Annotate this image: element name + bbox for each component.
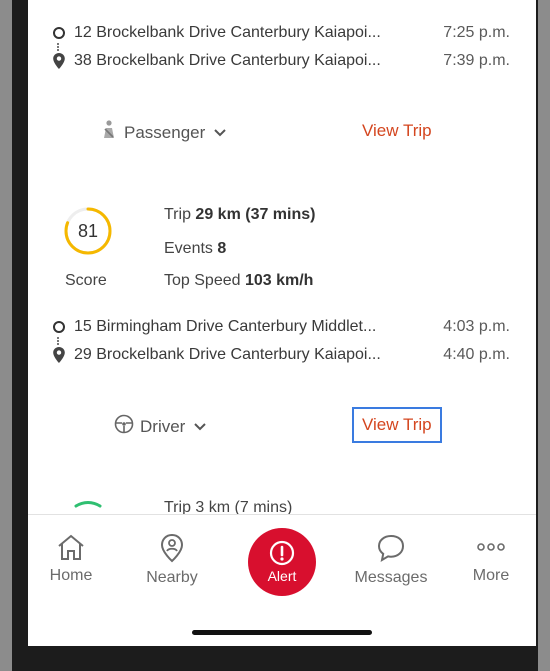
tab-messages-label: Messages [354, 569, 428, 586]
tab-messages[interactable]: Messages [346, 533, 436, 587]
trip-end-row: 29 Brockelbank Drive Canterbury Kaiapoi.… [52, 344, 510, 366]
location-pin-icon [52, 53, 72, 69]
more-dots-icon [477, 543, 505, 551]
trip-start-row: 12 Brockelbank Drive Canterbury Kaiapoi.… [52, 22, 510, 44]
score-value: 81 [77, 221, 99, 241]
trip-start-time: 4:03 p.m. [443, 318, 510, 335]
view-trip-link[interactable]: View Trip [352, 407, 442, 443]
score-ring [74, 501, 102, 508]
location-pin-icon [52, 347, 72, 363]
trip-distance-label: Trip [164, 206, 191, 223]
trip-start-address: 15 Birmingham Drive Canterbury Middlet..… [74, 318, 377, 335]
steering-wheel-icon [114, 414, 134, 439]
home-indicator[interactable] [192, 630, 372, 635]
trip-top-speed: Top Speed 103 km/h [164, 272, 313, 290]
seatbelt-icon [100, 120, 118, 145]
tab-home-label: Home [49, 567, 93, 584]
role-dropdown[interactable]: Driver [114, 414, 207, 439]
trip-distance: Trip 29 km (37 mins) [164, 206, 315, 224]
device-bezel-right [538, 0, 550, 671]
role-label: Passenger [124, 122, 206, 142]
nearby-pin-icon [160, 533, 184, 563]
tab-more[interactable]: More [446, 533, 536, 585]
top-speed-value: 103 km/h [244, 272, 314, 289]
role-dropdown[interactable]: Passenger [100, 120, 227, 145]
role-label: Driver [140, 416, 186, 436]
alert-button[interactable]: Alert [248, 528, 316, 596]
tab-home[interactable]: Home [28, 533, 116, 585]
trip-end-row: 38 Brockelbank Drive Canterbury Kaiapoi.… [52, 50, 510, 72]
device-bezel-bottom [12, 646, 538, 671]
origin-icon [52, 27, 72, 39]
tab-more-label: More [472, 567, 510, 584]
origin-icon [52, 321, 72, 333]
trip-start-row: 15 Birmingham Drive Canterbury Middlet..… [52, 316, 510, 338]
trip-end-time: 4:40 p.m. [443, 346, 510, 363]
trip-events-value: 8 [217, 240, 227, 257]
alert-icon [269, 540, 295, 566]
home-icon [58, 534, 84, 560]
bottom-tab-bar: Home Nearby Alert Messages More [28, 514, 536, 646]
chevron-down-icon [213, 123, 227, 143]
trip-list[interactable]: 12 Brockelbank Drive Canterbury Kaiapoi.… [28, 0, 536, 514]
trip-events: Events 8 [164, 240, 226, 258]
trip-start-address: 12 Brockelbank Drive Canterbury Kaiapoi.… [74, 24, 381, 41]
trip-distance-value: 29 km (37 mins) [195, 206, 316, 223]
trip-distance-partial: Trip 3 km (7 mins) [164, 499, 293, 514]
trip-end-address: 38 Brockelbank Drive Canterbury Kaiapoi.… [74, 52, 381, 69]
trip-events-label: Events [164, 240, 213, 257]
app-screen: 12 Brockelbank Drive Canterbury Kaiapoi.… [28, 0, 536, 646]
device-bezel-left [0, 0, 12, 671]
trip-start-time: 7:25 p.m. [443, 24, 510, 41]
messages-icon [377, 534, 405, 563]
alert-label: Alert [267, 568, 297, 584]
tab-nearby[interactable]: Nearby [127, 533, 217, 587]
top-speed-label: Top Speed [164, 272, 241, 289]
trip-end-time: 7:39 p.m. [443, 52, 510, 69]
tab-nearby-label: Nearby [146, 569, 198, 586]
chevron-down-icon [193, 417, 207, 437]
view-trip-link[interactable]: View Trip [362, 121, 432, 141]
trip-end-address: 29 Brockelbank Drive Canterbury Kaiapoi.… [74, 346, 381, 363]
score-label: Score [65, 272, 107, 289]
